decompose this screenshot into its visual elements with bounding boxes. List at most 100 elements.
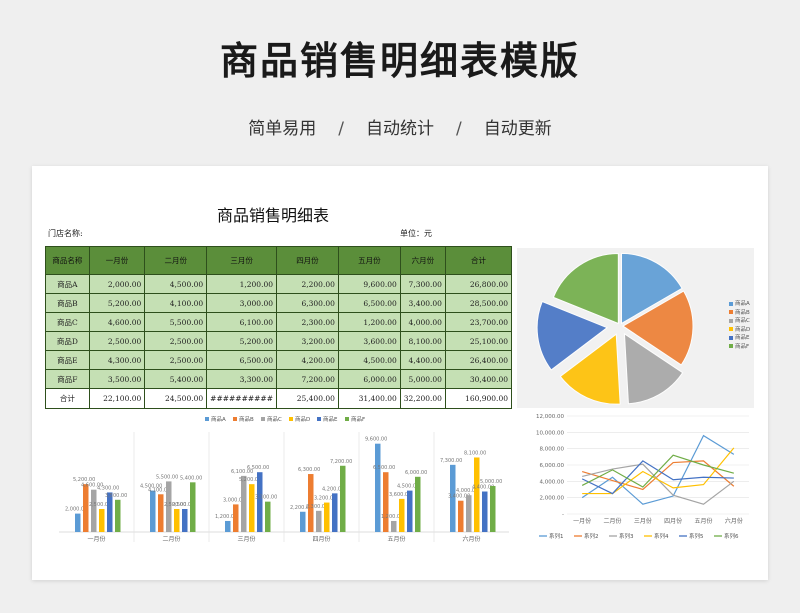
bar <box>375 443 381 532</box>
amount-cell[interactable]: 9,600.00 <box>337 274 401 294</box>
amount-cell[interactable]: 1,200.00 <box>337 312 401 332</box>
amount-cell[interactable]: 7,300.00 <box>399 274 446 294</box>
amount-cell[interactable]: 2,500.00 <box>88 331 146 351</box>
x-tick-label: 六月份 <box>725 517 743 525</box>
bar <box>482 491 488 532</box>
page-title: 商品销售明细表模版 <box>219 39 580 83</box>
amount-cell[interactable]: 5,400.00 <box>144 369 208 389</box>
amount-cell[interactable]: 1,200.00 <box>206 274 277 294</box>
amount-cell[interactable]: 26,800.00 <box>444 274 513 294</box>
amount-cell[interactable]: 4,500.00 <box>337 350 401 370</box>
bar-chart: 商品A 商品B 商品C 商品D 商品E 商品F2,000.005,200.004,600.… <box>59 415 509 543</box>
bar <box>75 513 81 532</box>
x-tick-label: 三月份 <box>634 517 652 525</box>
amount-cell[interactable]: 22,100.00 <box>88 388 146 409</box>
amount-cell[interactable]: 4,100.00 <box>144 293 208 313</box>
legend-item: 商品D <box>729 326 750 335</box>
amount-cell[interactable]: 25,100.00 <box>444 331 513 351</box>
amount-cell[interactable]: 6,100.00 <box>206 312 277 332</box>
bar <box>466 495 472 532</box>
legend-label: 系列1 <box>549 532 564 540</box>
amount-cell[interactable]: 7,200.00 <box>276 369 339 389</box>
product-name-cell[interactable]: 商品E <box>45 350 90 370</box>
amount-cell[interactable]: 4,300.00 <box>88 350 146 370</box>
product-name-cell[interactable]: 商品D <box>45 331 90 351</box>
amount-cell[interactable]: 6,000.00 <box>337 369 401 389</box>
legend-label: 商品F <box>735 343 750 350</box>
amount-cell[interactable]: 3,500.00 <box>88 369 146 389</box>
bar-value-label: 7,200.00 <box>330 459 352 465</box>
legend-swatch <box>345 417 349 421</box>
legend-label: 系列2 <box>584 532 599 540</box>
x-tick-label: 二月份 <box>162 535 180 543</box>
legend-label: 系列3 <box>619 532 634 540</box>
amount-cell[interactable]: 5,200.00 <box>88 293 146 313</box>
tag-update: 自动更新 <box>483 119 552 139</box>
amount-cell[interactable]: 5,500.00 <box>144 312 208 332</box>
amount-cell[interactable]: 4,500.00 <box>144 274 208 294</box>
y-tick-label: 12,000.00 <box>536 414 564 420</box>
bar <box>190 482 196 532</box>
product-name-cell[interactable]: 商品A <box>45 274 90 294</box>
bar <box>91 489 97 532</box>
amount-cell[interactable]: 6,500.00 <box>337 293 401 313</box>
amount-cell[interactable]: 5,000.00 <box>399 369 446 389</box>
bar-value-label: 6,000.00 <box>405 470 427 476</box>
product-name-cell[interactable]: 商品F <box>45 369 90 389</box>
amount-cell[interactable]: ########## <box>206 388 277 409</box>
bar <box>150 490 156 532</box>
product-name-cell[interactable]: 商品B <box>45 293 90 313</box>
series-line <box>581 460 734 495</box>
amount-cell[interactable]: 2,200.00 <box>276 274 339 294</box>
table-row: 商品A 2,000.00 4,500.00 1,200.00 2,200.00 9,600… <box>45 274 513 294</box>
bar-value-label: 6,300.00 <box>298 467 320 473</box>
legend-label: 商品D <box>295 415 310 423</box>
amount-cell[interactable]: 6,500.00 <box>206 350 277 370</box>
y-tick-label: - <box>562 512 564 518</box>
amount-cell[interactable]: 2,500.00 <box>144 331 208 351</box>
amount-cell[interactable]: 3,400.00 <box>399 293 446 313</box>
amount-cell[interactable]: 3,200.00 <box>276 331 339 351</box>
spreadsheet-preview: 商品销售明细表 门店名称: 单位：元 商品名称 一月份 二月份 三月份 四月份 五月份 六月… <box>32 166 768 580</box>
table-row: 商品E 4,300.00 2,500.00 6,500.00 4,200.00 4,500… <box>45 350 513 370</box>
amount-cell[interactable]: 5,200.00 <box>206 331 277 351</box>
amount-cell[interactable]: 2,300.00 <box>276 312 339 332</box>
sales-table: 商品名称 一月份 二月份 三月份 四月份 五月份 六月份 合计 商品A 2,000.00 4,50… <box>45 246 513 409</box>
amount-cell[interactable]: 25,400.00 <box>276 388 339 409</box>
amount-cell[interactable]: 24,500.00 <box>144 388 208 409</box>
legend-swatch <box>729 310 733 314</box>
x-tick-label: 二月份 <box>603 517 621 525</box>
amount-cell[interactable]: 3,000.00 <box>206 293 277 313</box>
table-header-row: 商品名称 一月份 二月份 三月份 四月份 五月份 六月份 合计 <box>45 246 513 275</box>
product-name-cell[interactable]: 合计 <box>45 388 90 409</box>
column-header: 合计 <box>444 246 513 275</box>
amount-cell[interactable]: 23,700.00 <box>444 312 513 332</box>
table-row: 商品B 5,200.00 4,100.00 3,000.00 6,300.00 6,500… <box>45 293 513 313</box>
product-name-cell[interactable]: 商品C <box>45 312 90 332</box>
amount-cell[interactable]: 30,400.00 <box>444 369 513 389</box>
amount-cell[interactable]: 28,500.00 <box>444 293 513 313</box>
y-tick-label: 6,000.00 <box>540 463 565 469</box>
amount-cell[interactable]: 2,500.00 <box>144 350 208 370</box>
amount-cell[interactable]: 6,300.00 <box>276 293 339 313</box>
amount-cell[interactable]: 4,400.00 <box>399 350 446 370</box>
y-tick-label: 4,000.00 <box>540 479 565 485</box>
amount-cell[interactable]: 26,400.00 <box>444 350 513 370</box>
amount-cell[interactable]: 4,000.00 <box>399 312 446 332</box>
tag-stats: 自动统计 <box>366 119 434 139</box>
amount-cell[interactable]: 2,000.00 <box>88 274 146 294</box>
amount-cell[interactable]: 160,900.00 <box>444 388 513 409</box>
amount-cell[interactable]: 4,600.00 <box>88 312 146 332</box>
amount-cell[interactable]: 32,200.00 <box>399 388 446 409</box>
bar <box>399 498 405 532</box>
legend-swatch <box>261 417 265 421</box>
amount-cell[interactable]: 3,300.00 <box>206 369 277 389</box>
table-row: 商品D 2,500.00 2,500.00 5,200.00 3,200.00 3,600… <box>45 331 513 351</box>
legend-label: 商品A <box>735 301 750 307</box>
amount-cell[interactable]: 4,200.00 <box>276 350 339 370</box>
subtitle-tags: 简单易用 / 自动统计 / 自动更新 <box>0 114 800 139</box>
x-tick-label: 四月份 <box>312 535 330 543</box>
amount-cell[interactable]: 3,600.00 <box>337 331 401 351</box>
amount-cell[interactable]: 31,400.00 <box>337 388 401 409</box>
amount-cell[interactable]: 8,100.00 <box>399 331 446 351</box>
